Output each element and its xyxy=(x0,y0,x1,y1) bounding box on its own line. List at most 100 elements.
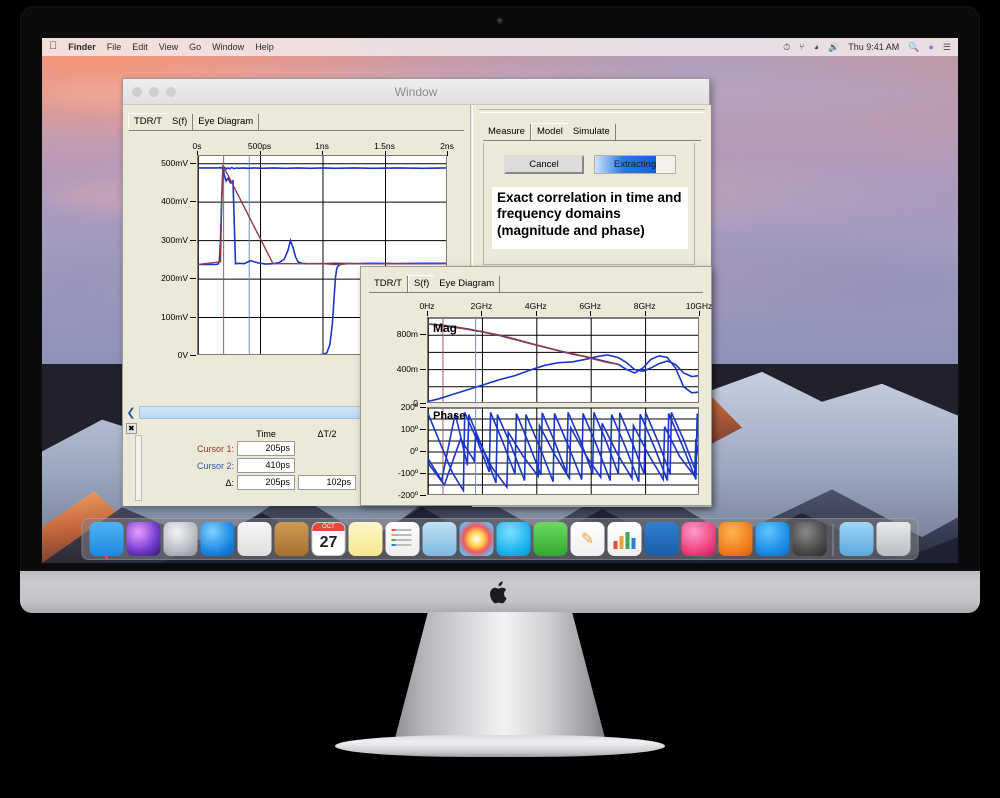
cursor-time-field[interactable]: 205ps xyxy=(237,441,295,456)
dock-item-app-store[interactable] xyxy=(755,522,790,556)
model-tab-body: Cancel Extracting Exact correlation in t… xyxy=(483,143,695,265)
sf-window: TDR/T S(f) Eye Diagram 0Hz 2GHz 4GHz 6GHz 8G… xyxy=(360,266,712,506)
y-tick-label: 100mV xyxy=(161,311,188,322)
phase-plot-area[interactable]: Phase xyxy=(427,407,699,495)
menu-bar-clock[interactable]: Thu 9:41 AM xyxy=(848,42,899,52)
progress-label: Extracting xyxy=(613,159,657,170)
cursor-time-field[interactable]: 205ps xyxy=(237,475,295,490)
extracting-progress-button[interactable]: Extracting xyxy=(594,155,676,174)
window-title: Window xyxy=(394,84,438,99)
x-tick-mark xyxy=(590,311,592,316)
y-tick-mark xyxy=(190,316,196,318)
time-machine-icon[interactable]: ⏱ xyxy=(783,42,790,53)
cursor-table-header-time: Time xyxy=(256,429,276,439)
pages-glyph-icon: ✎ xyxy=(580,531,595,548)
dock-item-notes[interactable] xyxy=(348,522,383,556)
sf-x-axis-ticks: 0Hz 2GHz 4GHz 6GHz 8GHz 10GHz xyxy=(371,301,712,317)
dock-item-safari[interactable] xyxy=(200,522,235,556)
dock-item-numbers[interactable] xyxy=(607,522,642,556)
wifi-icon[interactable]: ◕ xyxy=(814,42,819,52)
y-tick-mark xyxy=(190,355,196,356)
magnitude-annotation: Mag xyxy=(433,321,457,335)
x-tick-mark xyxy=(535,311,537,316)
tab-eye-diagram[interactable]: Eye Diagram xyxy=(193,114,260,130)
tab-tdr-t[interactable]: TDR/T xyxy=(128,113,167,130)
dock-item-photos-preview[interactable] xyxy=(237,522,272,556)
close-panel-icon[interactable]: ✖ xyxy=(126,423,137,434)
scroll-left-chevron-icon[interactable]: ❮ xyxy=(123,406,139,419)
dock-item-siri[interactable] xyxy=(126,522,161,556)
y-tick-label: 0V xyxy=(177,350,188,360)
tab-model[interactable]: Model xyxy=(530,123,568,140)
menu-item-go[interactable]: Go xyxy=(189,42,201,52)
x-tick-label: 8GHz xyxy=(633,301,656,311)
tab-sf[interactable]: S(f) xyxy=(167,114,194,130)
y-tick-mark xyxy=(420,451,426,452)
dock-item-finder[interactable] xyxy=(89,522,124,559)
cursor-table-header-row: Time ΔT/2 xyxy=(178,429,356,439)
menu-item-edit[interactable]: Edit xyxy=(132,42,148,52)
tab-simulate[interactable]: Simulate xyxy=(568,124,616,140)
dock-item-calendar[interactable]: OCT 27 xyxy=(311,522,346,556)
x-tick-label: 1.5ns xyxy=(374,141,395,151)
magnitude-plot-area[interactable]: Mag xyxy=(427,317,699,403)
y-tick-label: 200mV xyxy=(161,273,188,284)
dock-item-facetime[interactable] xyxy=(533,522,568,556)
menu-bar[interactable]:  Finder File Edit View Go Window Help ⏱… xyxy=(42,38,958,56)
phase-y-axis-ticks: -200º -100º 0º 100º 200º xyxy=(371,402,427,500)
correlation-message: Exact correlation in time and frequency … xyxy=(492,187,688,249)
x-tick-mark xyxy=(644,311,646,316)
menu-item-finder[interactable]: Finder xyxy=(68,42,96,52)
menu-item-view[interactable]: View xyxy=(159,42,178,52)
notification-center-icon[interactable]: ☰ xyxy=(943,42,951,53)
tab-measure[interactable]: Measure xyxy=(483,124,531,140)
side-panel-tab-strip[interactable]: Measure Model Simulate xyxy=(473,123,711,140)
dock-item-itunes[interactable] xyxy=(681,522,716,556)
dock-item-mail[interactable] xyxy=(422,522,457,556)
y-tick-label: 200º xyxy=(400,402,418,412)
imac-stand-foot xyxy=(335,735,665,757)
dock[interactable]: OCT 27 ✎ xyxy=(81,518,919,560)
y-tick-label: -200º xyxy=(397,490,418,500)
dock-item-launchpad[interactable] xyxy=(163,522,198,556)
x-tick-label: 1ns xyxy=(315,141,329,151)
siri-icon[interactable]: ● xyxy=(928,42,933,52)
sf-tab-eye-diagram[interactable]: Eye Diagram xyxy=(434,276,501,292)
menu-item-file[interactable]: File xyxy=(107,42,122,52)
dock-item-contacts[interactable] xyxy=(274,522,309,556)
magnitude-traces xyxy=(428,318,698,402)
dock-item-reminders[interactable] xyxy=(385,522,420,556)
cursor-time-field[interactable]: 410ps xyxy=(237,458,295,473)
tdr-y-axis-ticks: 0V 100mV 200mV 300mV 400mV 500mV xyxy=(135,155,197,360)
volume-icon[interactable]: 🔊 xyxy=(828,42,839,53)
dock-item-photos[interactable] xyxy=(459,522,494,556)
sf-tab-strip[interactable]: TDR/T S(f) Eye Diagram xyxy=(361,275,711,292)
y-tick-mark xyxy=(420,495,426,496)
menu-item-help[interactable]: Help xyxy=(255,42,274,52)
sf-tab-tdr-t[interactable]: TDR/T xyxy=(369,276,408,292)
screenshot-root:  Finder File Edit View Go Window Help ⏱… xyxy=(0,0,1000,798)
bluetooth-icon[interactable]: ⑂ xyxy=(799,42,804,52)
tdr-tab-strip[interactable]: TDR/T S(f) Eye Diagram xyxy=(123,113,470,130)
apple-menu-icon[interactable]:  xyxy=(49,40,57,52)
dock-item-downloads[interactable] xyxy=(839,522,874,556)
cursor-row-label: Cursor 1: xyxy=(196,443,234,454)
dock-item-keynote[interactable] xyxy=(644,522,679,556)
spotlight-icon[interactable]: 🔍 xyxy=(908,42,919,53)
dock-item-messages[interactable] xyxy=(496,522,531,556)
cursor-dt2-field[interactable]: 102ps xyxy=(298,475,356,490)
y-tick-mark xyxy=(190,278,196,280)
x-tick-label: 500ps xyxy=(247,141,272,151)
dock-item-pages[interactable]: ✎ xyxy=(570,522,605,556)
menu-item-window[interactable]: Window xyxy=(212,42,244,52)
y-tick-mark xyxy=(190,239,196,241)
left-scrollbar[interactable] xyxy=(135,435,142,501)
calendar-day: 27 xyxy=(319,534,338,551)
cancel-button[interactable]: Cancel xyxy=(504,155,584,174)
sf-tab-sf[interactable]: S(f) xyxy=(407,275,435,292)
dock-item-system-preferences[interactable] xyxy=(792,522,827,556)
dock-item-trash[interactable] xyxy=(876,522,911,556)
dock-item-ibooks[interactable] xyxy=(718,522,753,556)
window-title-bar[interactable]: Window xyxy=(123,79,709,105)
x-tick-label: 0Hz xyxy=(419,301,435,311)
